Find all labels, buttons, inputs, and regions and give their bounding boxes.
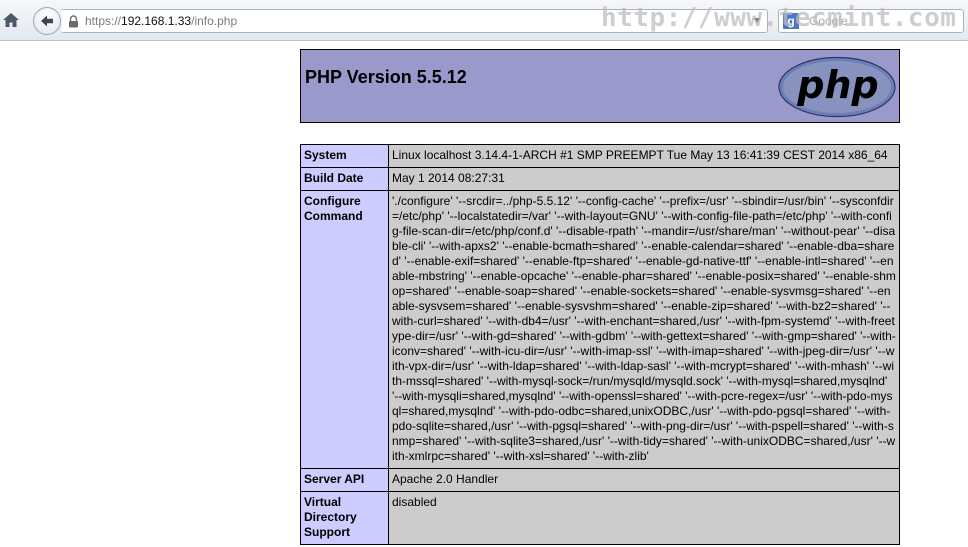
row-label: Configure Command	[300, 190, 389, 469]
url-path: /info.php	[191, 14, 238, 28]
table-row: System Linux localhost 3.14.4-1-ARCH #1 …	[300, 144, 900, 168]
lock-icon	[69, 15, 78, 28]
table-row: Configure Command './configure' '--srcdi…	[300, 190, 900, 469]
row-label: Virtual Directory Support	[300, 491, 389, 545]
row-value: disabled	[388, 491, 900, 545]
table-row: Build Date May 1 2014 08:27:31	[300, 167, 900, 191]
row-label: System	[300, 144, 389, 168]
home-icon[interactable]	[2, 11, 20, 29]
php-logo-text: php	[796, 63, 878, 107]
watermark: http://www.tecmint.com	[601, 3, 957, 33]
back-button[interactable]	[33, 7, 61, 35]
row-value: Linux localhost 3.14.4-1-ARCH #1 SMP PRE…	[388, 144, 900, 168]
row-value: Apache 2.0 Handler	[388, 468, 900, 492]
url-host: 192.168.1.33	[121, 14, 192, 28]
info-table: System Linux localhost 3.14.4-1-ARCH #1 …	[300, 144, 900, 545]
back-arrow-icon	[41, 15, 53, 27]
row-value: May 1 2014 08:27:31	[388, 167, 900, 191]
url-text: https://192.168.1.33/info.php	[85, 14, 237, 28]
php-logo: php	[778, 56, 896, 118]
page-title: PHP Version 5.5.12	[305, 67, 467, 87]
php-header: PHP Version 5.5.12 php	[300, 49, 900, 123]
url-scheme: https://	[85, 14, 122, 28]
table-row: Server API Apache 2.0 Handler	[300, 468, 900, 492]
table-row: Virtual Directory Support disabled	[300, 491, 900, 545]
browser-toolbar: https://192.168.1.33/info.php g Google h…	[0, 0, 968, 41]
row-value: './configure' '--srcdir=../php-5.5.12' '…	[388, 190, 900, 469]
row-label: Server API	[300, 468, 389, 492]
row-label: Build Date	[300, 167, 389, 191]
